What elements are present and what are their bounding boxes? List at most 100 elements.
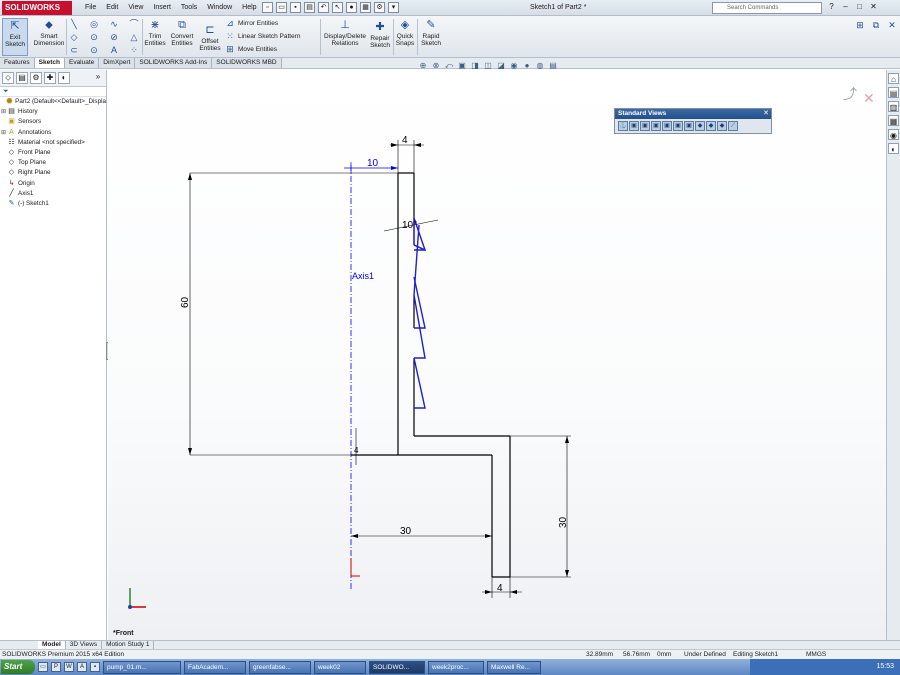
dimetric-view-icon[interactable]: ◆ xyxy=(717,121,727,131)
top-view-icon[interactable]: ▣ xyxy=(673,121,683,131)
pin-icon[interactable]: ⧉ xyxy=(870,19,882,31)
dimension-bottom-offset[interactable]: 30 xyxy=(400,526,412,537)
tree-item-sketch1[interactable]: ✎ (-) Sketch1 xyxy=(0,199,106,209)
linear-sketch-pattern-button[interactable]: Linear Sketch Pattern xyxy=(238,30,301,43)
menu-edit[interactable]: Edit xyxy=(101,0,123,16)
tab-sketch[interactable]: Sketch xyxy=(34,58,65,68)
menu-view[interactable]: View xyxy=(123,0,148,16)
back-view-icon[interactable]: ▣ xyxy=(640,121,650,131)
line-icon[interactable]: ╲ xyxy=(68,18,80,30)
spline-icon[interactable]: ∿ xyxy=(108,18,120,30)
rectangle-icon[interactable]: ◇ xyxy=(68,31,80,43)
mirror-entities-button[interactable]: Mirror Entities xyxy=(238,17,278,30)
linear-pattern-icon[interactable]: ⁙ xyxy=(224,30,236,42)
dimxpert-tab-icon[interactable]: ✚ xyxy=(44,72,56,84)
dimension-lower-height[interactable]: 30 xyxy=(558,516,569,528)
dimension-angle[interactable]: 10° xyxy=(402,220,417,231)
expander[interactable]: ⊞ xyxy=(0,128,7,138)
ellipse-icon[interactable]: ⊘ xyxy=(108,31,120,43)
graphics-area[interactable]: Axis1 4 10 10° 60 30 30 4 4 Standard Vie… xyxy=(108,70,886,640)
menu-file[interactable]: File xyxy=(80,0,101,16)
plane-icon[interactable]: ⁘ xyxy=(128,44,140,56)
left-view-icon[interactable]: ▣ xyxy=(651,121,661,131)
new-document-icon[interactable]: ⊞ xyxy=(854,19,866,31)
tree-item-origin[interactable]: ↳ Origin xyxy=(0,179,106,189)
close-button[interactable]: ✕ xyxy=(868,1,879,13)
dimension-height[interactable]: 60 xyxy=(180,296,191,308)
rebuild-icon[interactable]: ● xyxy=(346,2,357,13)
library-icon[interactable]: ▥ xyxy=(888,101,899,112)
restore-button[interactable]: □ xyxy=(854,1,865,13)
task-week02[interactable]: week02 xyxy=(314,660,366,674)
right-view-icon[interactable]: ▣ xyxy=(662,121,672,131)
tree-item-top-plane[interactable]: ◇ Top Plane xyxy=(0,158,106,168)
home-icon[interactable]: ⌂ xyxy=(888,73,899,84)
feature-tree-tab-icon[interactable]: ⬦ xyxy=(2,72,14,84)
sketch-teeth[interactable] xyxy=(413,217,427,409)
photoshop-icon[interactable]: P xyxy=(51,662,61,672)
exit-sketch-button[interactable]: ⇱ Exit Sketch xyxy=(2,18,28,56)
customize-icon[interactable]: ▾ xyxy=(388,2,399,13)
tree-item-history[interactable]: ⊞ ▤ History xyxy=(0,107,106,117)
start-button[interactable]: Start xyxy=(1,660,35,674)
expand-panel-icon[interactable]: » xyxy=(92,72,104,84)
expander[interactable]: ⊞ xyxy=(0,107,7,117)
search-input[interactable]: Search Commands xyxy=(712,2,822,14)
tree-root[interactable]: ⬣ Part2 (Default<<Default>_Displa xyxy=(0,97,106,107)
sketch-tooth[interactable] xyxy=(413,357,426,409)
rapid-sketch-button[interactable]: ✎ Rapid Sketch xyxy=(420,18,442,47)
move-entities-button[interactable]: Move Entities xyxy=(238,43,277,56)
app-icon[interactable]: ▪ xyxy=(90,662,100,672)
tree-item-right-plane[interactable]: ◇ Right Plane xyxy=(0,168,106,178)
slot-icon[interactable]: ⊂ xyxy=(68,44,80,56)
word-icon[interactable]: W xyxy=(64,662,74,672)
front-view-icon[interactable]: ▣ xyxy=(629,121,639,131)
tree-item-axis1[interactable]: ╱ Axis1 xyxy=(0,189,106,199)
cancel-sketch-icon[interactable]: ✕ xyxy=(863,90,875,107)
quick-snaps-button[interactable]: ◈ Quick Snaps xyxy=(395,18,415,47)
task-week2proc[interactable]: week2proc... xyxy=(428,660,484,674)
display-delete-relations-button[interactable]: ⊥ Display/Delete Relations xyxy=(322,18,368,47)
configuration-tab-icon[interactable]: ⚙ xyxy=(30,72,42,84)
tab-evaluate[interactable]: Evaluate xyxy=(64,58,100,68)
select-icon[interactable]: ↖ xyxy=(332,2,343,13)
tab-motion-study[interactable]: Motion Study 1 xyxy=(102,641,155,649)
solidworks-logo[interactable]: SOLIDWORKS xyxy=(2,1,72,15)
view-selector-icon[interactable]: ⟋ xyxy=(728,121,738,131)
tab-addins[interactable]: SOLIDWORKS Add-Ins xyxy=(135,58,213,68)
task-solidworks[interactable]: SOLIDWO... xyxy=(369,660,425,674)
minimize-button[interactable]: – xyxy=(840,1,851,13)
menu-insert[interactable]: Insert xyxy=(148,0,176,16)
help-icon[interactable]: ? xyxy=(826,1,837,13)
tab-model[interactable]: Model xyxy=(38,641,66,649)
bottom-view-icon[interactable]: ▣ xyxy=(684,121,694,131)
filter-icon[interactable]: ⏷ xyxy=(0,87,106,97)
normal-to-icon[interactable]: ⚓ xyxy=(618,121,628,131)
convert-entities-button[interactable]: ⧉ Convert Entities xyxy=(168,18,196,47)
menu-tools[interactable]: Tools xyxy=(176,0,202,16)
sketch-tooth[interactable] xyxy=(413,224,420,296)
print-icon[interactable]: ▤ xyxy=(304,2,315,13)
tab-dimxpert[interactable]: DimXpert xyxy=(99,58,136,68)
task-maxwell[interactable]: Maxwell Re... xyxy=(487,660,541,674)
menu-window[interactable]: Window xyxy=(202,0,237,16)
dimension-top-width[interactable]: 4 xyxy=(402,135,408,146)
new-icon[interactable]: ▫ xyxy=(262,2,273,13)
illustrator-icon[interactable]: A xyxy=(77,662,87,672)
display-manager-tab-icon[interactable]: ◐ xyxy=(58,72,70,84)
confirm-sketch-icon[interactable]: ⤴ xyxy=(843,84,857,104)
task-pump[interactable]: pump_01.m... xyxy=(103,660,181,674)
sketch-fillet-icon[interactable]: ⌒ xyxy=(128,18,140,30)
tree-item-material[interactable]: ☷ Material <not specified> xyxy=(0,138,106,148)
view-palette-icon[interactable]: ◉ xyxy=(888,129,899,140)
file-properties-icon[interactable]: ▦ xyxy=(360,2,371,13)
dimension-small[interactable]: 4 xyxy=(354,446,359,455)
smart-dimension-button[interactable]: ⬥ Smart Dimension xyxy=(32,18,66,47)
polygon-icon[interactable]: ⊙ xyxy=(88,44,100,56)
tree-item-sensors[interactable]: ▣ Sensors xyxy=(0,117,106,127)
save-icon[interactable]: ▪ xyxy=(290,2,301,13)
tree-item-front-plane[interactable]: ◇ Front Plane xyxy=(0,148,106,158)
tree-item-annotations[interactable]: ⊞ A Annotations xyxy=(0,128,106,138)
open-icon[interactable]: ▭ xyxy=(276,2,287,13)
menu-help[interactable]: Help xyxy=(237,0,261,16)
